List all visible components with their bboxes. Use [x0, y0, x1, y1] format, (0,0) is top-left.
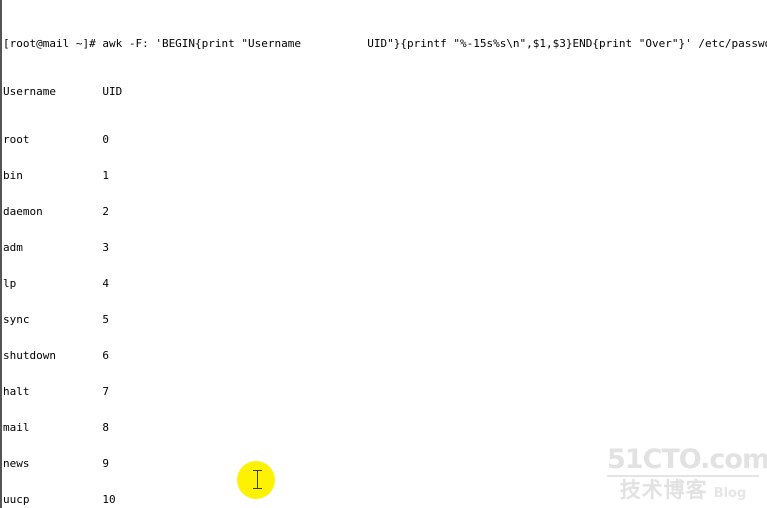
- text-ibeam-cursor-icon: [253, 469, 262, 491]
- table-row: halt 7: [3, 385, 109, 398]
- terminal-screenshot: [root@mail ~]# awk -F: 'BEGIN{print "Use…: [0, 0, 767, 508]
- output-header-row: Username UID: [3, 85, 123, 98]
- watermark-main-text: 51CTO.com: [607, 444, 767, 475]
- table-row: daemon 2: [3, 205, 109, 218]
- terminal-output-area[interactable]: [root@mail ~]# awk -F: 'BEGIN{print "Use…: [0, 0, 767, 508]
- table-row: mail 8: [3, 421, 109, 434]
- watermark-divider: [607, 475, 759, 477]
- watermark-subtitle-en: Blog: [713, 486, 747, 501]
- table-row: sync 5: [3, 313, 109, 326]
- watermark: 51CTO.com 技术博客 Blog: [607, 444, 767, 502]
- command-line: [root@mail ~]# awk -F: 'BEGIN{print "Use…: [3, 37, 767, 50]
- table-row: root 0: [3, 133, 109, 146]
- table-row: bin 1: [3, 169, 109, 182]
- watermark-subtitle-cn: 技术博客: [619, 478, 708, 502]
- table-row: shutdown 6: [3, 349, 109, 362]
- table-row: lp 4: [3, 277, 109, 290]
- table-row: adm 3: [3, 241, 109, 254]
